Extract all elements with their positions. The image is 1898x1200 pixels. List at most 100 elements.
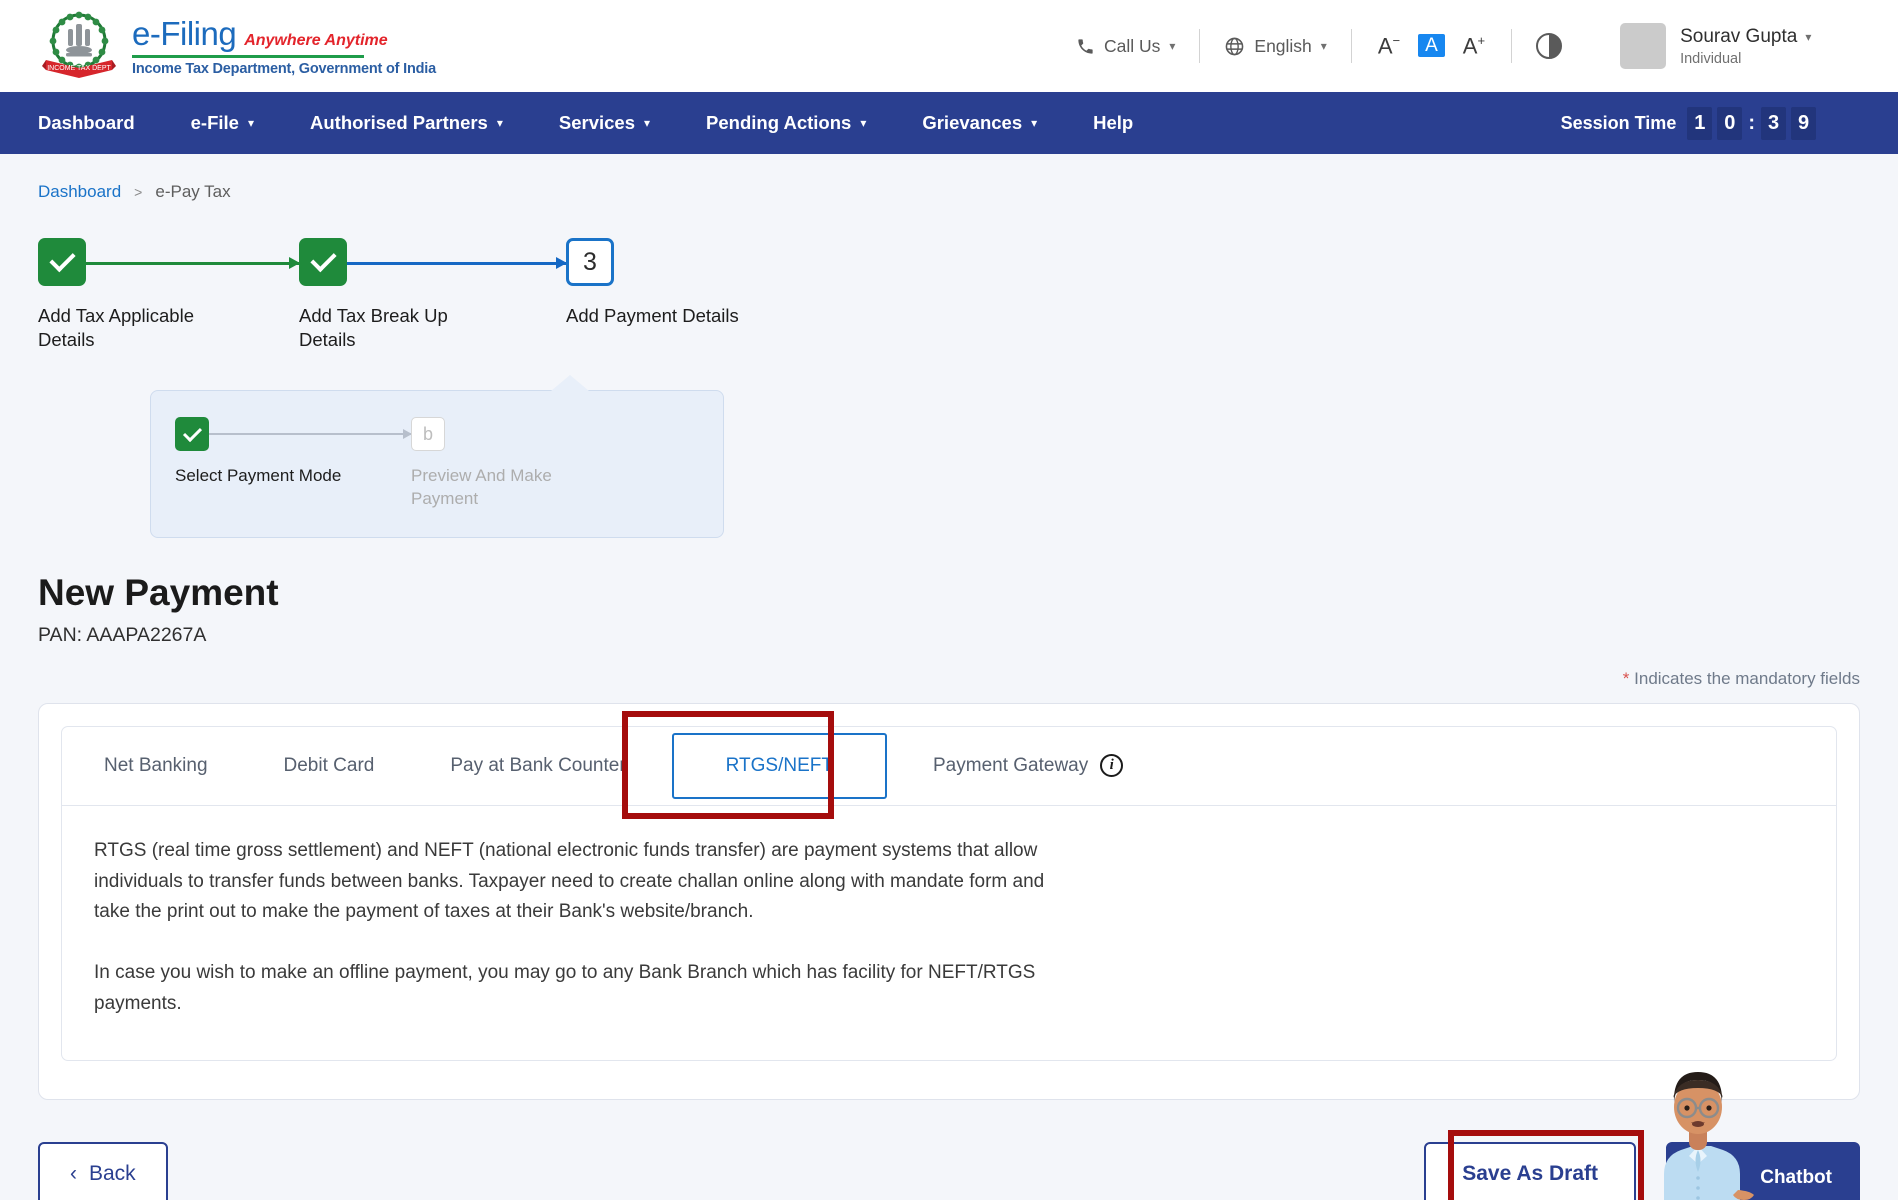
- session-digit: 0: [1717, 107, 1742, 140]
- mandatory-note-text: Indicates the mandatory fields: [1634, 669, 1860, 688]
- nav-item-authorised-partners[interactable]: Authorised Partners ▾: [282, 112, 531, 134]
- mandatory-fields-note: * Indicates the mandatory fields: [38, 669, 1860, 689]
- mandatory-star: *: [1623, 669, 1630, 688]
- nav-label: e-File: [191, 112, 239, 134]
- chevron-down-icon: ▾: [1169, 39, 1175, 53]
- page-title: New Payment: [38, 572, 1860, 614]
- step-3-label: Add Payment Details: [566, 304, 756, 328]
- tab-label: Payment Gateway: [933, 755, 1088, 777]
- brand-tagline: Anywhere Anytime: [244, 32, 387, 50]
- back-label: Back: [89, 1162, 136, 1186]
- contrast-toggle[interactable]: [1512, 33, 1586, 59]
- breadcrumb-dashboard-link[interactable]: Dashboard: [38, 182, 121, 202]
- tab-rtgs-neft[interactable]: RTGS/NEFT: [672, 733, 887, 799]
- chevron-down-icon: ▾: [1031, 116, 1037, 130]
- contrast-toggle-icon: [1536, 33, 1562, 59]
- brand-divider: [132, 55, 364, 58]
- payment-tabs: Net Banking Debit Card Pay at Bank Count…: [62, 727, 1836, 806]
- save-draft-label: Save As Draft: [1462, 1162, 1598, 1186]
- font-decrease-button[interactable]: A−: [1378, 34, 1400, 57]
- step-connector-2: [347, 262, 566, 265]
- call-us-menu[interactable]: Call Us ▾: [1076, 36, 1199, 57]
- step-1-label: Add Tax Applicable Details: [38, 304, 228, 352]
- nav-item-efile[interactable]: e-File ▾: [163, 112, 282, 134]
- nav-item-pending-actions[interactable]: Pending Actions ▾: [678, 112, 894, 134]
- substep-a-check-icon: [175, 417, 209, 451]
- step-1-check-icon: [38, 238, 86, 286]
- session-colon: :: [1747, 112, 1756, 135]
- info-icon[interactable]: i: [1100, 754, 1123, 777]
- avatar: [1620, 23, 1666, 69]
- language-menu[interactable]: English ▾: [1200, 36, 1350, 57]
- tab-pay-at-bank-counter[interactable]: Pay at Bank Counter: [412, 727, 663, 805]
- font-increase-button[interactable]: A+: [1463, 34, 1485, 57]
- payment-tabs-container: Net Banking Debit Card Pay at Bank Count…: [61, 726, 1837, 1061]
- tab-panel-rtgs-neft: RTGS (real time gross settlement) and NE…: [62, 806, 1836, 1060]
- globe-icon: [1224, 36, 1245, 57]
- nav-item-dashboard[interactable]: Dashboard: [38, 112, 163, 134]
- session-digit: 9: [1791, 107, 1816, 140]
- chevron-down-icon: ▾: [644, 116, 650, 130]
- nav-label: Help: [1093, 112, 1133, 134]
- brand-department: Income Tax Department, Government of Ind…: [132, 61, 436, 77]
- nav-item-services[interactable]: Services ▾: [531, 112, 678, 134]
- substep-a-label: Select Payment Mode: [175, 465, 345, 488]
- chevron-down-icon: ▾: [1805, 30, 1811, 44]
- substep-panel: Select Payment Mode b Preview And Make P…: [150, 390, 724, 538]
- nav-label: Pending Actions: [706, 112, 851, 134]
- brand-logo[interactable]: INCOME TAX DEPT e-Filing Anywhere Anytim…: [40, 10, 436, 82]
- step-2: Add Tax Break Up Details: [299, 238, 566, 352]
- rtgs-description-paragraph-1: RTGS (real time gross settlement) and NE…: [94, 836, 1074, 928]
- tab-label: Net Banking: [104, 755, 208, 777]
- step-3-number: 3: [566, 238, 614, 286]
- brand-name: e-Filing: [132, 15, 236, 53]
- chevron-down-icon: ▾: [860, 116, 866, 130]
- substep-b: b Preview And Make Payment: [411, 417, 581, 511]
- tab-label: RTGS/NEFT: [726, 755, 833, 777]
- pan-number: PAN: AAAPA2267A: [38, 624, 1860, 647]
- chevron-down-icon: ▾: [248, 116, 254, 130]
- step-1: Add Tax Applicable Details: [38, 238, 299, 352]
- breadcrumb-separator: >: [134, 184, 142, 200]
- svg-text:INCOME TAX DEPT: INCOME TAX DEPT: [47, 65, 111, 72]
- save-as-draft-button[interactable]: Save As Draft: [1424, 1142, 1636, 1200]
- user-profile-menu[interactable]: Sourav Gupta ▾ Individual: [1620, 23, 1811, 69]
- chevron-down-icon: ▾: [1321, 39, 1327, 53]
- font-normal-button[interactable]: A: [1418, 34, 1445, 57]
- font-size-controls: A− A A+: [1352, 34, 1511, 57]
- tab-debit-card[interactable]: Debit Card: [246, 727, 413, 805]
- breadcrumb-current: e-Pay Tax: [155, 182, 230, 202]
- session-timer-label: Session Time: [1561, 113, 1677, 134]
- substep-b-label: Preview And Make Payment: [411, 465, 581, 511]
- substep-b-marker: b: [411, 417, 445, 451]
- header-tools: Call Us ▾ English ▾ A− A A+: [1076, 23, 1811, 69]
- nav-label: Authorised Partners: [310, 112, 488, 134]
- language-label: English: [1254, 36, 1311, 57]
- phone-icon: [1076, 37, 1095, 56]
- chatbot-widget[interactable]: Chatbot: [1642, 1062, 1860, 1200]
- breadcrumb: Dashboard > e-Pay Tax: [38, 154, 1860, 202]
- tab-payment-gateway[interactable]: Payment Gateway i: [895, 727, 1161, 805]
- chevron-down-icon: ▾: [497, 116, 503, 130]
- payment-mode-card: Net Banking Debit Card Pay at Bank Count…: [38, 703, 1860, 1100]
- form-actions: ‹ Back Save As Draft Continue ›: [38, 1142, 1860, 1200]
- substep-connector: [209, 433, 411, 435]
- user-name: Sourav Gupta: [1680, 26, 1797, 48]
- nav-item-help[interactable]: Help: [1065, 112, 1161, 134]
- step-2-label: Add Tax Break Up Details: [299, 304, 489, 352]
- tab-label: Debit Card: [284, 755, 375, 777]
- progress-stepper: Add Tax Applicable Details Add Tax Break…: [38, 238, 1860, 378]
- session-digit: 1: [1687, 107, 1712, 140]
- tab-net-banking[interactable]: Net Banking: [66, 727, 246, 805]
- main-navigation: Dashboard e-File ▾ Authorised Partners ▾…: [0, 92, 1898, 154]
- chatbot-avatar-icon: [1642, 1062, 1754, 1200]
- step-3: 3 Add Payment Details: [566, 238, 756, 328]
- callout-arrow-icon: [551, 375, 589, 391]
- nav-label: Grievances: [922, 112, 1022, 134]
- page-content: Dashboard > e-Pay Tax Add Tax Applicable…: [0, 154, 1898, 1200]
- nav-item-grievances[interactable]: Grievances ▾: [894, 112, 1065, 134]
- top-header: INCOME TAX DEPT e-Filing Anywhere Anytim…: [0, 0, 1898, 92]
- back-button[interactable]: ‹ Back: [38, 1142, 168, 1200]
- nav-label: Services: [559, 112, 635, 134]
- chevron-left-icon: ‹: [70, 1162, 77, 1186]
